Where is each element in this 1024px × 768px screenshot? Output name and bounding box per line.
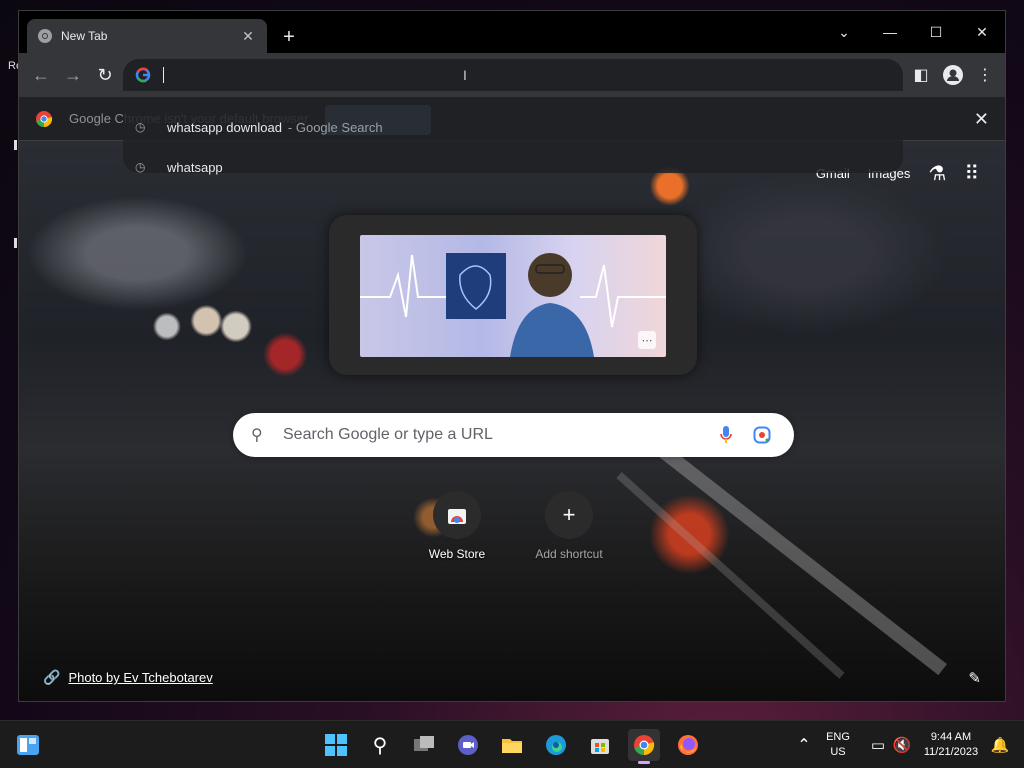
share-icon[interactable]: ⋯ [638, 331, 656, 349]
chrome-taskbar-icon[interactable] [628, 729, 660, 764]
suggestion-item[interactable]: ◷ whatsapp download - Google Search [135, 115, 383, 139]
google-g-icon [135, 67, 151, 83]
search-placeholder[interactable]: Search Google or type a URL [283, 426, 708, 444]
language-code: ENG [826, 731, 850, 743]
tab-close-icon[interactable]: ✕ [239, 27, 257, 45]
shortcut-label: Add shortcut [535, 547, 603, 561]
maximize-button[interactable]: ☐ [913, 17, 959, 47]
edge-icon[interactable] [540, 729, 572, 761]
search-icon: ⚲ [251, 427, 263, 444]
shortcut-add[interactable]: + Add shortcut [513, 491, 625, 561]
plus-icon: + [545, 491, 593, 539]
firefox-icon[interactable] [672, 729, 704, 761]
notification-bell-icon[interactable]: 🔔 [984, 729, 1016, 761]
back-icon[interactable]: ← [29, 63, 53, 87]
desktop-fragment [14, 238, 17, 248]
store-icon[interactable] [584, 729, 616, 761]
task-view-icon[interactable] [408, 729, 440, 761]
close-window-button[interactable]: ✕ [959, 17, 1005, 47]
omnibox-suggestions: ◷ whatsapp download - Google Search ◷ wh… [123, 97, 903, 175]
clock[interactable]: 9:44 AM 11/21/2023 [918, 730, 984, 760]
tab-search-chevron-icon[interactable]: ⌄ [821, 17, 867, 47]
address-bar[interactable]: I [123, 59, 903, 91]
minimize-button[interactable]: — [867, 17, 913, 47]
clock-date: 11/21/2023 [923, 746, 979, 758]
title-bar: New Tab ✕ + ⌄ — ☐ ✕ [19, 11, 1005, 53]
shortcut-web-store[interactable]: Web Store [401, 491, 513, 561]
text-caret [163, 67, 164, 83]
new-tab-page: Gmail Images ⚗ ⠿ ⋯ ⚲ Search Google or ty… [19, 141, 1005, 701]
suggestion-item[interactable]: ◷ whatsapp [135, 155, 223, 179]
forward-icon[interactable]: → [61, 63, 85, 87]
chrome-favicon-icon [38, 29, 52, 43]
ntp-search-box[interactable]: ⚲ Search Google or type a URL [233, 413, 794, 457]
ibeam-cursor-icon: I [463, 67, 467, 83]
photo-credit: 🔗 Photo by Ev Tchebotarev [43, 669, 213, 686]
region-code: US [830, 746, 846, 758]
suggestion-text: whatsapp download [167, 119, 282, 135]
start-icon[interactable] [320, 729, 352, 761]
apps-grid-icon[interactable]: ⠿ [964, 161, 979, 186]
chrome-logo-icon [36, 110, 53, 127]
windows-taskbar: ⚲ ⌃ ENG US ▭ 🔇 9:44 AM 11/21/2023 🔔 [0, 720, 1024, 768]
link-icon: 🔗 [43, 669, 61, 685]
profile-avatar-icon[interactable] [941, 63, 965, 87]
tray-chevron-up-icon[interactable]: ⌃ [788, 729, 820, 761]
menu-kebab-icon[interactable]: ⋮ [973, 63, 997, 87]
infobar-close-icon[interactable]: ✕ [974, 109, 989, 130]
microphone-icon[interactable] [708, 425, 744, 445]
reload-icon[interactable]: ↻ [93, 63, 117, 87]
file-explorer-icon[interactable] [496, 729, 528, 761]
tab-title: New Tab [61, 29, 108, 43]
history-icon: ◷ [135, 120, 146, 134]
search-icon[interactable]: ⚲ [364, 729, 396, 761]
google-doodle[interactable]: ⋯ [360, 235, 666, 357]
chrome-window: New Tab ✕ + ⌄ — ☐ ✕ ← → ↻ I ◧ ⋮ Google ✕… [18, 10, 1006, 702]
desktop-fragment [14, 140, 17, 150]
doodle-card[interactable]: ⋯ [329, 215, 697, 375]
web-store-icon [433, 491, 481, 539]
widgets-icon[interactable] [12, 729, 44, 761]
customize-pencil-icon[interactable]: ✎ [968, 669, 981, 687]
language-indicator[interactable]: ENG US [822, 730, 854, 760]
photo-credit-link[interactable]: Photo by Ev Tchebotarev [68, 670, 212, 685]
google-lens-icon[interactable] [744, 426, 780, 444]
shortcut-label: Web Store [428, 547, 486, 561]
labs-flask-icon[interactable]: ⚗ [928, 161, 946, 186]
browser-toolbar: ← → ↻ I ◧ ⋮ [19, 53, 1005, 97]
new-tab-button[interactable]: + [277, 25, 301, 49]
meet-icon[interactable] [452, 729, 484, 761]
history-icon: ◷ [135, 160, 146, 174]
tab-new-tab[interactable]: New Tab ✕ [27, 19, 267, 53]
side-panel-icon[interactable]: ◧ [909, 63, 933, 87]
suggestion-text: whatsapp [167, 159, 223, 175]
volume-muted-icon[interactable]: 🔇 [886, 729, 918, 761]
doodle-illustration [360, 253, 666, 357]
clock-time: 9:44 AM [930, 731, 972, 743]
suggestion-subtext: - Google Search [287, 119, 383, 135]
